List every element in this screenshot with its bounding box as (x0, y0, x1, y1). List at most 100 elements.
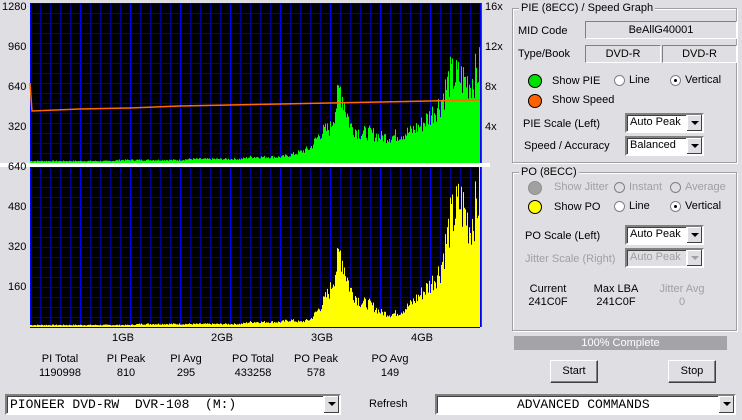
advanced-commands-select[interactable]: ADVANCED COMMANDS (435, 394, 736, 415)
chevron-down-icon[interactable] (686, 250, 702, 266)
pie-bar (322, 133, 323, 163)
po-bar (457, 196, 458, 327)
mid-code-value: BeAllG40001 (585, 21, 737, 39)
pie-bar (58, 161, 59, 163)
po-bar (192, 324, 193, 327)
po-bar (321, 309, 322, 327)
pie-bar (281, 156, 282, 163)
pie-bar (49, 161, 50, 163)
po-bar (195, 324, 196, 327)
pie-bar (62, 161, 63, 163)
po-bar (358, 297, 359, 327)
pie-bar (161, 160, 162, 163)
jitter-scale-select[interactable]: Auto Peak (625, 248, 704, 268)
pie-bar (270, 158, 271, 163)
pie-bar (276, 157, 277, 163)
po-bar (129, 325, 130, 327)
po-bar (121, 325, 122, 327)
po-bar (292, 320, 293, 327)
pie-vertical-radio[interactable] (670, 75, 681, 86)
pie-bar (464, 76, 465, 163)
pie-scale-select[interactable]: Auto Peak (625, 113, 704, 133)
po-bar (261, 321, 262, 327)
pie-bar (398, 140, 399, 163)
stop-button[interactable]: Stop (668, 360, 716, 383)
pie-bar (157, 160, 158, 163)
show-speed-toggle[interactable] (528, 94, 542, 108)
chevron-down-icon[interactable] (686, 115, 702, 131)
pie-bar (179, 159, 180, 163)
drive-select[interactable]: PIONEER DVD-RW DVR-108 (M:) (5, 394, 341, 415)
chevron-down-icon[interactable] (686, 138, 702, 154)
po-vertical-radio[interactable] (670, 201, 681, 212)
po-bar (212, 323, 213, 327)
po-bar (180, 324, 181, 327)
po-bar (340, 250, 341, 327)
po-axis-label: 320 (8, 241, 27, 253)
po-bar (77, 325, 78, 327)
po-bar (156, 324, 157, 327)
po-bar (30, 325, 31, 327)
show-pie-toggle[interactable] (528, 74, 542, 88)
po-bar (224, 324, 225, 327)
po-bar (106, 324, 107, 327)
speed-accuracy-select[interactable]: Balanced (625, 136, 704, 156)
po-bar (387, 315, 388, 327)
pie-bar (104, 160, 105, 163)
po-bar (117, 324, 118, 327)
pie-bar (232, 159, 233, 163)
pie-bar (147, 159, 148, 163)
speed-axis-label: 16x (485, 1, 503, 13)
pie-bar (242, 159, 243, 163)
pie-line-radio[interactable] (614, 75, 625, 86)
pie-bar (430, 124, 431, 163)
start-button[interactable]: Start (550, 360, 598, 383)
pie-bar (401, 136, 402, 163)
chevron-down-icon[interactable] (686, 227, 702, 243)
pie-bar (37, 160, 38, 163)
po-bar (479, 167, 480, 327)
pie-bar (266, 157, 267, 163)
po-bar (337, 248, 338, 327)
po-bar (110, 324, 111, 327)
po-bar (203, 323, 204, 327)
show-po-toggle[interactable] (528, 200, 542, 214)
show-jitter-toggle[interactable] (528, 181, 542, 195)
pie-bar (394, 135, 395, 163)
pie-bar (404, 139, 405, 163)
po-line-radio[interactable] (614, 201, 625, 212)
jitter-average-radio[interactable] (670, 182, 681, 193)
po-bar (170, 324, 171, 327)
pie-bar (219, 159, 220, 163)
pie-bar (291, 153, 292, 163)
po-bar (207, 323, 208, 327)
refresh-button[interactable]: Refresh (369, 398, 408, 410)
pie-bar (172, 160, 173, 163)
po-bar (331, 288, 332, 327)
pie-bar (93, 161, 94, 163)
po-bar (80, 324, 81, 327)
vertical-label: Vertical (685, 200, 722, 212)
pie-bar (236, 159, 237, 163)
po-bar (177, 324, 178, 327)
po-bar (291, 319, 292, 327)
pie-bar (86, 161, 87, 163)
stat-label: PO Total (232, 353, 274, 365)
chevron-down-icon[interactable] (718, 396, 734, 413)
pie-bar (339, 87, 340, 163)
po-bar (111, 325, 112, 327)
po-bar (79, 325, 80, 327)
pie-bar (59, 160, 60, 163)
po-bar (362, 303, 363, 327)
po-bar (430, 292, 431, 327)
po-scale-select[interactable]: Auto Peak (625, 225, 704, 245)
chevron-down-icon[interactable] (323, 396, 339, 413)
jitter-instant-radio[interactable] (614, 182, 625, 193)
po-bar (190, 323, 191, 327)
line-label: Line (629, 200, 650, 212)
pie-bar (431, 115, 432, 163)
pie-bar (196, 158, 197, 163)
pie-bar (375, 137, 376, 163)
pie-bar (302, 152, 303, 163)
pie-bar (314, 138, 315, 163)
